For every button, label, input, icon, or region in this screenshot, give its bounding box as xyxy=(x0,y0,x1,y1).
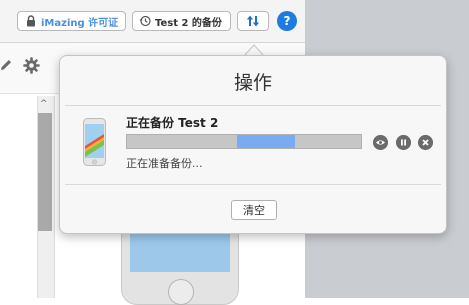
backup-button[interactable]: Test 2 的备份 xyxy=(132,11,231,31)
clear-button[interactable]: 清空 xyxy=(231,200,277,220)
device-home-button xyxy=(168,279,194,305)
license-button[interactable]: iMazing 许可证 xyxy=(17,11,126,31)
pause-icon[interactable] xyxy=(396,135,411,150)
popover-title: 操作 xyxy=(233,72,272,94)
scrollbar-thumb[interactable] xyxy=(38,113,52,231)
license-label: iMazing 许可证 xyxy=(41,17,119,29)
eye-icon[interactable] xyxy=(373,135,388,150)
task-name: 正在备份 Test 2 xyxy=(126,116,219,130)
task-status: 正在准备备份... xyxy=(126,157,203,170)
scroll-up-arrow-icon[interactable]: ^ xyxy=(40,99,48,109)
gear-icon[interactable] xyxy=(23,57,40,74)
backup-label: Test 2 的备份 xyxy=(155,17,222,29)
transfer-button[interactable] xyxy=(237,11,269,31)
transfer-arrows-icon xyxy=(246,15,260,27)
progress-bar xyxy=(126,134,362,149)
pencil-icon[interactable] xyxy=(0,58,13,72)
progress-fill xyxy=(236,135,296,148)
operations-popover: 操作 正在备份 Test 2 正在准备备份... 清空 xyxy=(59,55,447,234)
lock-icon xyxy=(27,15,35,27)
cancel-icon[interactable] xyxy=(418,135,433,150)
help-button[interactable]: ? xyxy=(277,11,297,31)
divider xyxy=(65,105,441,106)
iphone-icon xyxy=(83,118,106,166)
left-divider xyxy=(0,93,37,94)
history-icon xyxy=(139,15,151,27)
divider xyxy=(65,184,441,185)
